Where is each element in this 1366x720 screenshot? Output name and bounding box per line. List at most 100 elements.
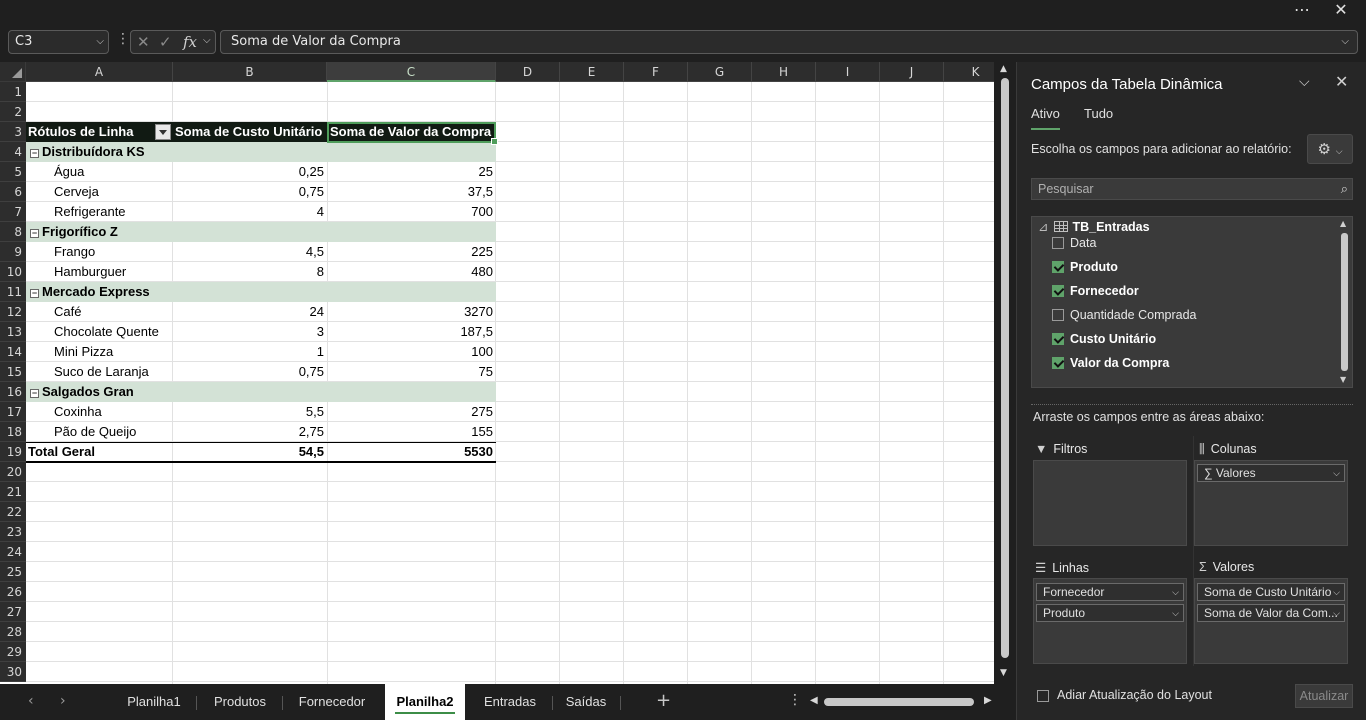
field-checkbox[interactable] (1052, 237, 1064, 249)
pivot-value-cell[interactable]: 187,5 (327, 322, 496, 342)
pivot-value-cell[interactable]: 700 (327, 202, 496, 222)
search-icon[interactable]: ⌕ (1341, 179, 1348, 199)
chevron-down-icon[interactable]: ⌵ (203, 35, 211, 46)
values-chip-custo[interactable]: Soma de Custo Unitário ⌵ (1197, 583, 1345, 601)
pivot-item-label[interactable]: Refrigerante (54, 202, 172, 222)
field-item[interactable]: Data (1052, 233, 1096, 253)
scrollbar-thumb[interactable] (824, 698, 974, 706)
scroll-up-icon[interactable]: ▲ (1340, 219, 1346, 228)
chevron-down-icon[interactable]: ⌵ (1172, 605, 1179, 621)
pivot-item-label[interactable]: Cerveja (54, 182, 172, 202)
row-header[interactable]: 5 (0, 162, 26, 182)
confirm-icon[interactable]: ✓ (159, 33, 172, 51)
pivot-value-cell[interactable]: 480 (327, 262, 496, 282)
row-header[interactable]: 25 (0, 562, 26, 582)
tree-collapse-icon[interactable]: ⊿ (1038, 220, 1048, 234)
column-header-k[interactable]: K (944, 62, 994, 82)
pivot-value-cell[interactable]: 155 (327, 422, 496, 442)
spreadsheet-grid[interactable]: A B C D E F G H I J K 1 2 3 4 5 6 7 8 9 10 11 12 13 1… (0, 62, 994, 684)
field-item[interactable]: Valor da Compra (1052, 353, 1169, 373)
scroll-left-icon[interactable]: ◀ (810, 695, 818, 706)
close-icon[interactable]: ✕ (1335, 72, 1348, 91)
pivot-cost-cell[interactable]: 1 (173, 342, 327, 362)
row-header[interactable]: 26 (0, 582, 26, 602)
pivot-group-row[interactable]: − Salgados Gran (26, 382, 172, 402)
pivot-item-label[interactable]: Água (54, 162, 172, 182)
chevron-down-icon[interactable]: ⌵ (1333, 584, 1340, 600)
pivot-item-label[interactable]: Café (54, 302, 172, 322)
field-checkbox[interactable] (1052, 261, 1064, 273)
collapse-icon[interactable]: − (30, 389, 39, 398)
column-header-j[interactable]: J (880, 62, 944, 82)
select-all-corner[interactable] (0, 62, 26, 82)
collapse-icon[interactable]: − (30, 229, 39, 238)
sheet-tab-saidas[interactable]: Saídas (554, 684, 618, 720)
more-vertical-icon[interactable]: ⋮ (788, 692, 802, 708)
field-list-scrollbar[interactable]: ▲ ▼ (1340, 219, 1350, 385)
rows-chip-fornecedor[interactable]: Fornecedor ⌵ (1036, 583, 1184, 601)
pivot-item-label[interactable]: Mini Pizza (54, 342, 172, 362)
pivot-group-row[interactable]: − Mercado Express (26, 282, 172, 302)
filters-drop-zone[interactable] (1033, 460, 1187, 546)
pivot-cost-cell[interactable]: 0,25 (173, 162, 327, 182)
pivot-total-cost[interactable]: 54,5 (173, 442, 327, 462)
row-header[interactable]: 1 (0, 82, 26, 102)
more-options-icon[interactable]: ⋯ (1287, 0, 1317, 22)
pivot-total-label[interactable]: Total Geral (28, 442, 172, 462)
chevron-down-icon[interactable]: ⌵ (96, 31, 104, 53)
row-header[interactable]: 11 (0, 282, 26, 302)
column-header-a[interactable]: A (26, 62, 173, 82)
row-header[interactable]: 17 (0, 402, 26, 422)
field-item[interactable]: Custo Unitário (1052, 329, 1156, 349)
pivot-total-value[interactable]: 5530 (327, 442, 496, 462)
column-header-c[interactable]: C (327, 62, 496, 82)
row-header[interactable]: 16 (0, 382, 26, 402)
sheet-tab-planilha2[interactable]: Planilha2 (385, 684, 465, 720)
pivot-group-row[interactable]: − Distribuídora KS (26, 142, 172, 162)
pivot-value-cell[interactable]: 75 (327, 362, 496, 382)
row-header[interactable]: 15 (0, 362, 26, 382)
tab-ativo[interactable]: Ativo (1031, 106, 1060, 130)
pivot-item-label[interactable]: Coxinha (54, 402, 172, 422)
chevron-down-icon[interactable]: ⌵ (1299, 74, 1310, 90)
table-node[interactable]: ⊿ TB_Entradas (1038, 219, 1150, 234)
more-vertical-icon[interactable]: ⋮ (116, 31, 130, 47)
close-icon[interactable]: ✕ (1326, 0, 1356, 22)
scrollbar-thumb[interactable] (1001, 78, 1009, 658)
pivot-row-labels-header[interactable]: Rótulos de Linha (28, 122, 153, 142)
pivot-cost-cell[interactable]: 5,5 (173, 402, 327, 422)
pivot-value-cell[interactable]: 3270 (327, 302, 496, 322)
add-sheet-icon[interactable]: + (656, 684, 671, 720)
field-item[interactable]: Fornecedor (1052, 281, 1139, 301)
gear-icon[interactable]: ⚙ ⌵ (1307, 134, 1353, 164)
row-header[interactable]: 8 (0, 222, 26, 242)
update-button[interactable]: Atualizar (1295, 684, 1353, 708)
row-header[interactable]: 4 (0, 142, 26, 162)
field-item[interactable]: Produto (1052, 257, 1118, 277)
pivot-cost-cell[interactable]: 2,75 (173, 422, 327, 442)
pivot-cost-cell[interactable]: 0,75 (173, 182, 327, 202)
pivot-value-cell[interactable]: 275 (327, 402, 496, 422)
field-checkbox[interactable] (1052, 333, 1064, 345)
row-header[interactable]: 2 (0, 102, 26, 122)
row-header[interactable]: 13 (0, 322, 26, 342)
pivot-value-cell[interactable]: 25 (327, 162, 496, 182)
pivot-cost-cell[interactable]: 24 (173, 302, 327, 322)
pivot-group-row[interactable]: − Frigorífico Z (26, 222, 172, 242)
pivot-item-label[interactable]: Chocolate Quente (54, 322, 172, 342)
pivot-item-label[interactable]: Frango (54, 242, 172, 262)
field-checkbox[interactable] (1052, 285, 1064, 297)
insert-function-icon[interactable]: fx (183, 33, 197, 51)
column-header-e[interactable]: E (560, 62, 624, 82)
sheet-tab-produtos[interactable]: Produtos (198, 684, 282, 720)
pivot-value-cell[interactable]: 37,5 (327, 182, 496, 202)
row-header[interactable]: 24 (0, 542, 26, 562)
pivot-cost-cell[interactable]: 4 (173, 202, 327, 222)
selected-cell-c3[interactable] (327, 122, 498, 145)
columns-chip-values[interactable]: ∑ Valores ⌵ (1197, 464, 1345, 482)
field-checkbox[interactable] (1052, 357, 1064, 369)
row-header[interactable]: 9 (0, 242, 26, 262)
rows-chip-produto[interactable]: Produto ⌵ (1036, 604, 1184, 622)
chevron-right-icon[interactable]: › (60, 693, 66, 709)
filter-dropdown-icon[interactable] (155, 124, 171, 140)
